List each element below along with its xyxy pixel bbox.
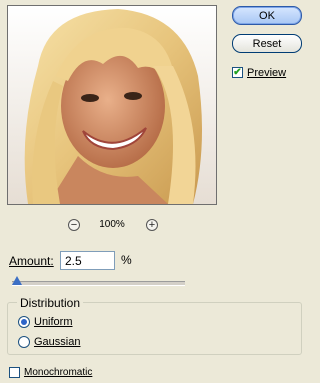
uniform-label: Uniform (34, 316, 73, 328)
amount-input[interactable] (60, 251, 115, 270)
ok-button[interactable]: OK (232, 6, 302, 25)
check-icon: ✔ (233, 66, 242, 78)
radio-uniform[interactable] (18, 316, 30, 328)
preview-checkbox[interactable]: ✔ (232, 67, 243, 78)
radio-selected-dot (21, 319, 27, 325)
minus-icon: − (70, 218, 78, 231)
zoom-out-button[interactable]: − (68, 219, 80, 231)
plus-icon: + (148, 218, 156, 231)
zoom-in-button[interactable]: + (146, 219, 158, 231)
preview-photo (8, 6, 216, 204)
monochromatic-checkbox[interactable] (9, 367, 20, 378)
reset-button[interactable]: Reset (232, 34, 302, 53)
preview-label: Preview (247, 67, 287, 79)
amount-slider-thumb[interactable] (12, 276, 22, 285)
amount-label: Amount: (9, 254, 54, 268)
amount-unit: % (121, 253, 132, 267)
distribution-legend: Distribution (17, 296, 84, 310)
amount-slider-track[interactable] (12, 281, 185, 286)
zoom-level: 100% (99, 219, 125, 230)
gaussian-label: Gaussian (34, 336, 81, 348)
radio-gaussian[interactable] (18, 336, 30, 348)
preview-image[interactable] (7, 5, 217, 205)
monochromatic-label: Monochromatic (24, 367, 93, 378)
